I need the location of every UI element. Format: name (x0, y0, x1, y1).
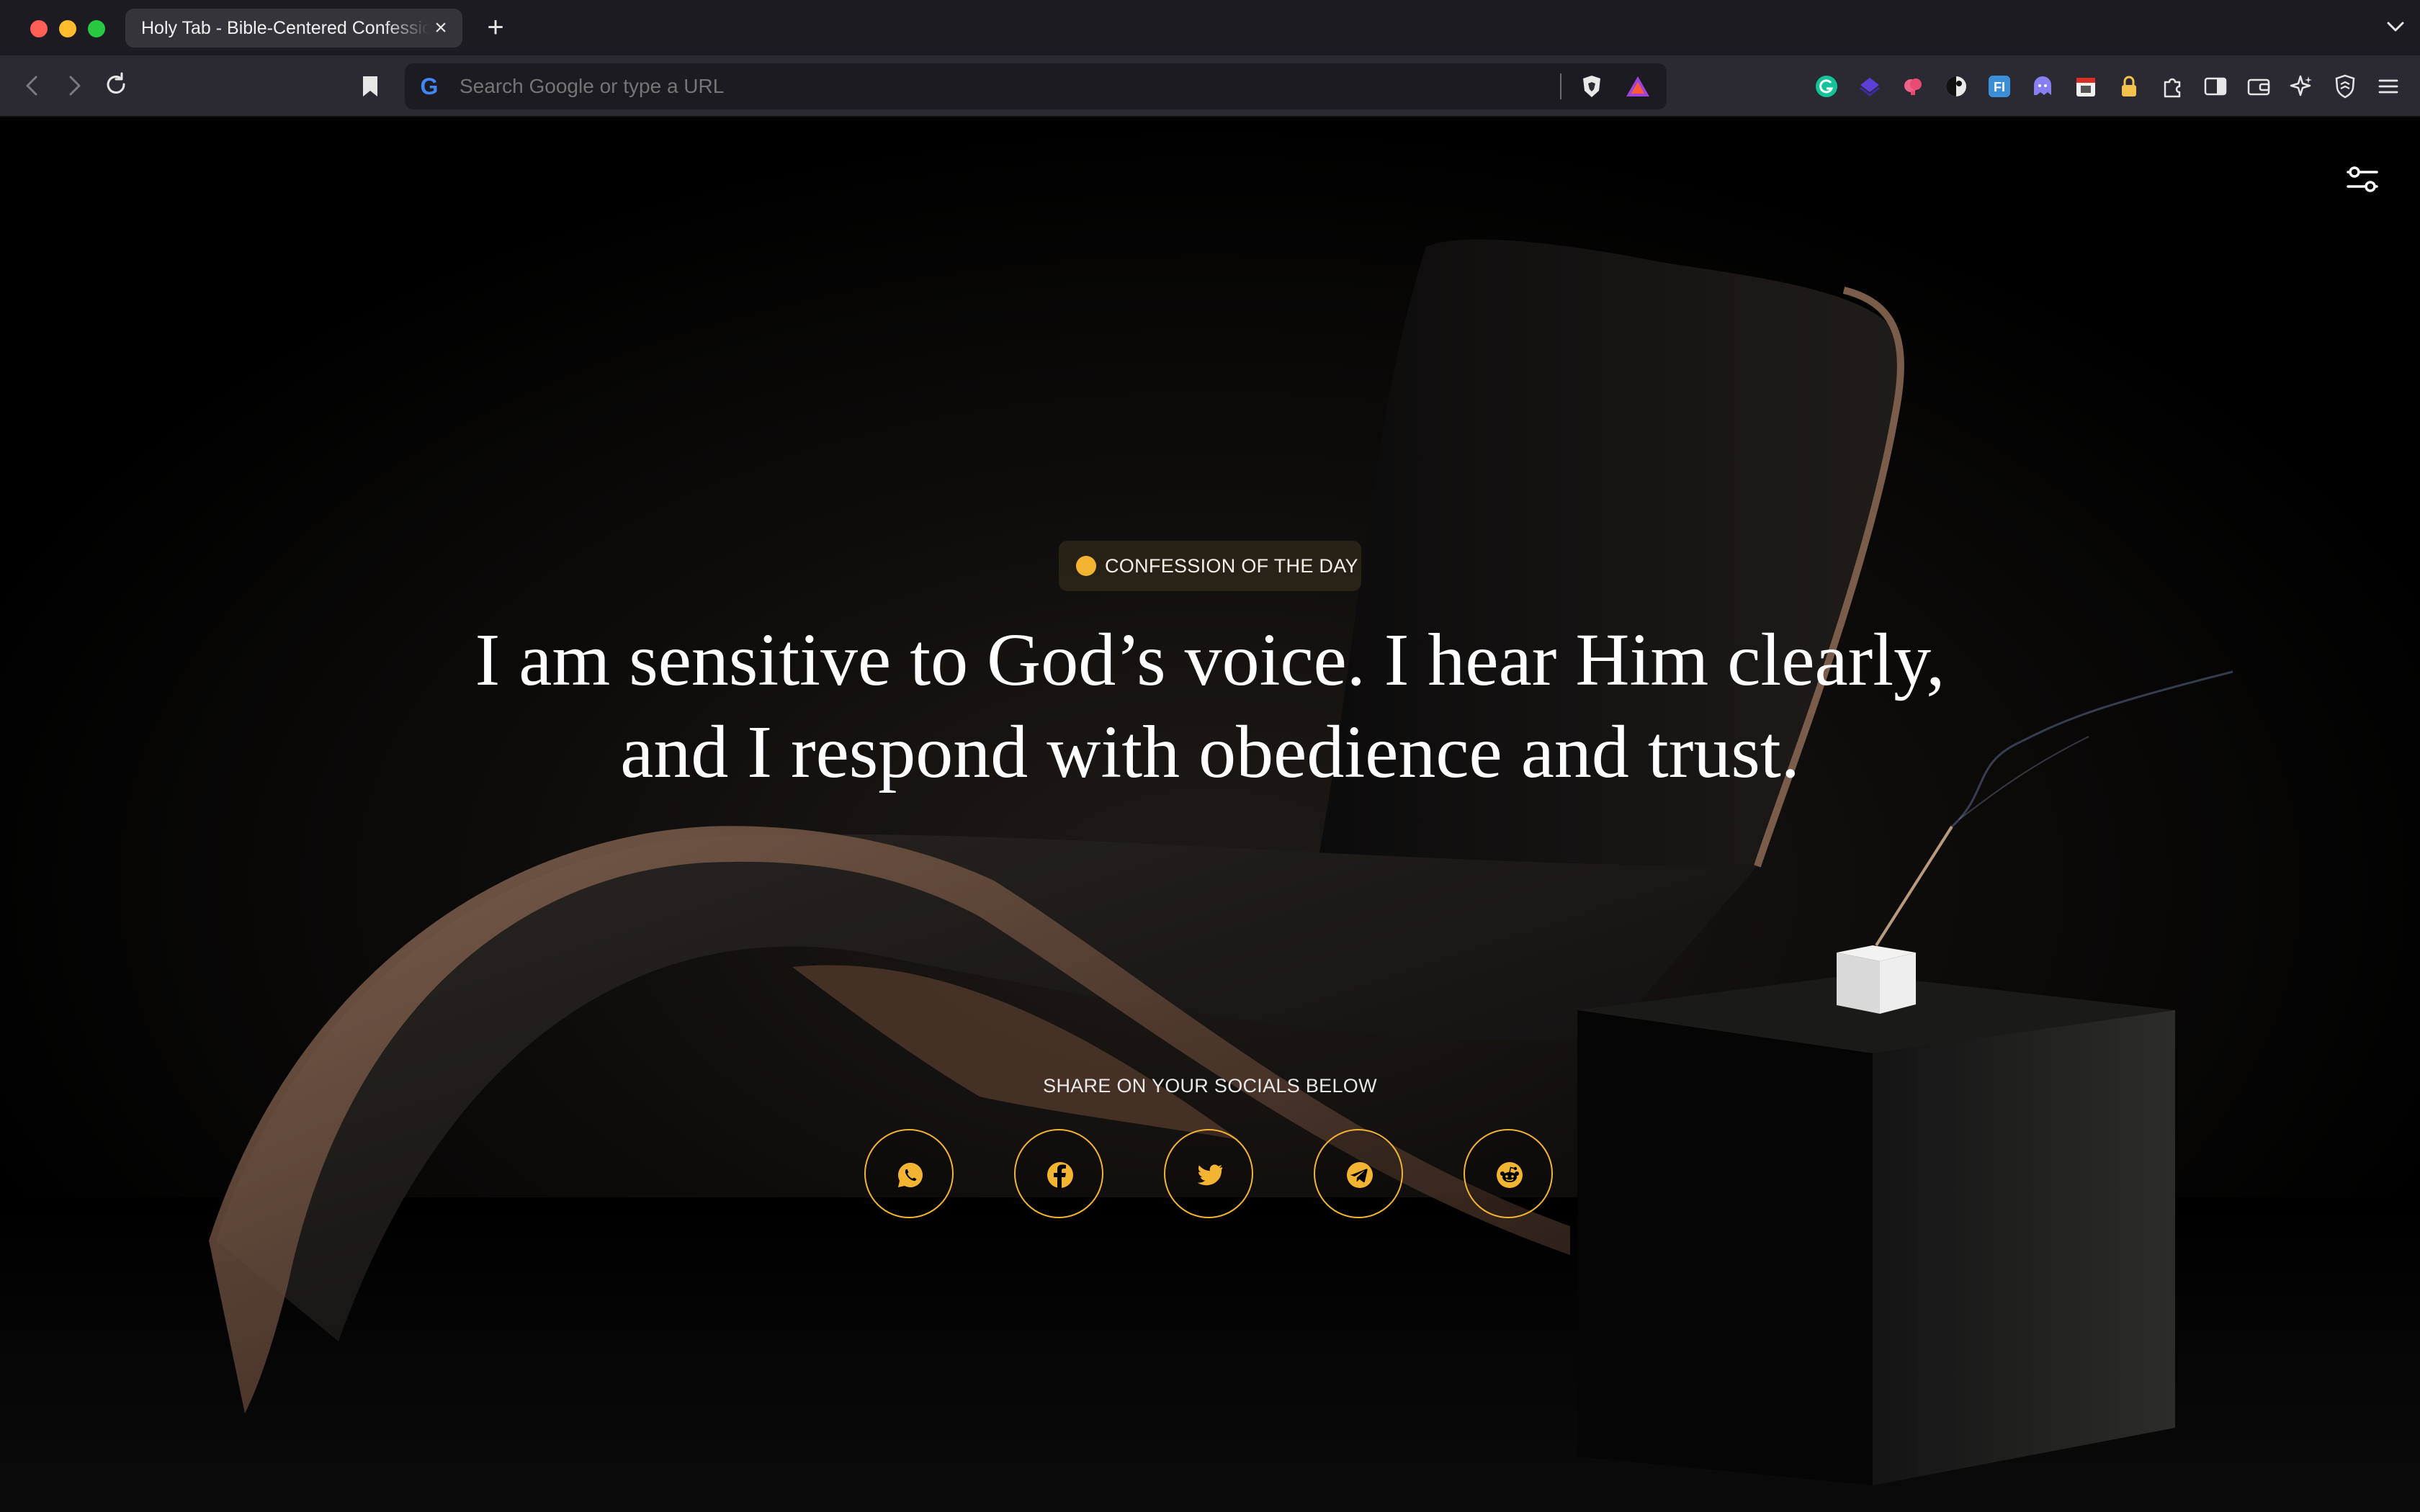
wallet-icon[interactable] (2246, 73, 2272, 99)
fi-extension-icon[interactable]: FI (1986, 73, 2012, 99)
settings-sliders-icon[interactable] (2342, 159, 2383, 199)
bookmark-icon[interactable] (356, 72, 385, 101)
browser-tab-bar: Holy Tab - Bible-Centered Confessions × … (0, 0, 2420, 55)
brave-shields-icon[interactable] (1579, 73, 1605, 99)
confession-of-the-day-badge: CONFESSION OF THE DAY (1059, 541, 1361, 591)
grammarly-extension-icon[interactable] (1814, 73, 1839, 99)
reload-button[interactable] (99, 68, 134, 103)
whatsapp-icon (898, 1163, 923, 1187)
url-input[interactable] (460, 63, 1396, 109)
twitter-icon (1197, 1164, 1223, 1186)
extensions-puzzle-icon[interactable] (2159, 73, 2185, 99)
new-tab-page: CONFESSION OF THE DAY I am sensitive to … (0, 117, 2420, 1512)
share-reddit-button[interactable] (1464, 1129, 1553, 1218)
ghost-extension-icon[interactable] (2030, 73, 2056, 99)
daily-confession-text: I am sensitive to God’s voice. I hear Hi… (346, 614, 2074, 798)
layers-extension-icon[interactable] (1857, 73, 1883, 99)
confession-line-2: and I respond with obedience and trust. (620, 711, 1800, 793)
share-whatsapp-button[interactable] (864, 1129, 954, 1218)
facebook-icon (1047, 1162, 1073, 1188)
svg-text:FI: FI (1994, 80, 2005, 94)
window-zoom-button[interactable] (88, 20, 105, 37)
google-icon: G (420, 73, 439, 99)
badge-label: CONFESSION OF THE DAY (1105, 555, 1358, 577)
calendar-extension-icon[interactable] (2073, 73, 2099, 99)
forward-button[interactable] (56, 68, 91, 103)
reddit-icon (1497, 1162, 1523, 1188)
background-chaise-longue-scene (0, 117, 2420, 1512)
back-button[interactable] (16, 68, 50, 103)
browser-tab-active[interactable]: Holy Tab - Bible-Centered Confessions × (125, 9, 462, 48)
address-bar-divider (1560, 73, 1561, 99)
vpn-shield-icon[interactable] (2332, 73, 2358, 99)
window-minimize-button[interactable] (59, 20, 76, 37)
lock-extension-icon[interactable] (2116, 73, 2142, 99)
tab-close-icon[interactable]: × (431, 17, 451, 39)
address-bar[interactable]: G (405, 63, 1667, 109)
dark-mode-extension-icon[interactable] (1943, 73, 1969, 99)
share-facebook-button[interactable] (1014, 1129, 1103, 1218)
window-close-button[interactable] (30, 20, 48, 37)
status-dot-icon (1076, 556, 1096, 576)
telegram-icon (1347, 1162, 1373, 1188)
menu-icon[interactable] (2375, 73, 2401, 99)
tab-title: Holy Tab - Bible-Centered Confessions (141, 18, 429, 38)
new-tab-button[interactable]: + (481, 12, 510, 43)
brave-rewards-icon[interactable] (1623, 73, 1652, 99)
share-telegram-button[interactable] (1314, 1129, 1403, 1218)
tab-list-chevron-icon[interactable] (2381, 14, 2410, 40)
share-twitter-button[interactable] (1164, 1129, 1253, 1218)
share-label: SHARE ON YOUR SOCIALS BELOW (1043, 1075, 1377, 1097)
sidebar-toggle-icon[interactable] (2202, 73, 2228, 99)
brain-extension-icon[interactable] (1900, 73, 1926, 99)
leo-ai-icon[interactable] (2289, 73, 2315, 99)
confession-line-1: I am sensitive to God’s voice. I hear Hi… (475, 618, 1945, 701)
